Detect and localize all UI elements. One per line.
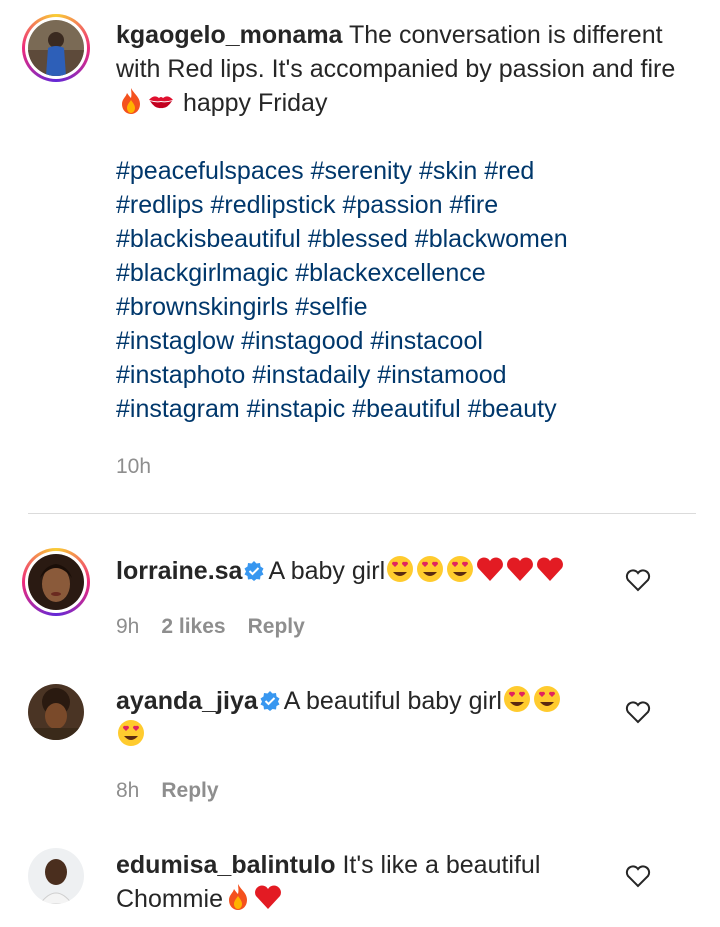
caption-text-end: happy Friday bbox=[176, 89, 328, 117]
comment-text-block: lorraine.sa A baby girl bbox=[116, 554, 606, 588]
post-meta: 10h bbox=[116, 455, 151, 479]
divider bbox=[28, 513, 696, 514]
like-heart-icon[interactable] bbox=[625, 700, 651, 724]
verified-badge-icon bbox=[244, 561, 264, 581]
like-heart-icon[interactable] bbox=[625, 568, 651, 592]
commenter-avatar[interactable] bbox=[28, 684, 84, 740]
comment-username[interactable]: lorraine.sa bbox=[116, 557, 242, 585]
commenter-avatar[interactable] bbox=[22, 548, 90, 616]
post-caption: kgaogelo_monama The conversation is diff… bbox=[116, 18, 676, 426]
comment-likes-count[interactable]: 2 likes bbox=[161, 615, 225, 639]
like-heart-icon[interactable] bbox=[625, 864, 651, 888]
hashtags[interactable]: #peacefulspaces #serenity #skin #red #re… bbox=[116, 154, 676, 426]
red-heart-emoji-icon bbox=[255, 885, 281, 909]
comment-text-block: ayanda_jiya A beautiful baby girl bbox=[116, 684, 606, 752]
heart-eyes-emoji-icon bbox=[447, 556, 474, 582]
comment-meta: 9h 2 likes Reply bbox=[116, 615, 305, 639]
comment-username[interactable]: edumisa_balintulo bbox=[116, 851, 335, 879]
comment-body: A beautiful baby girl bbox=[283, 687, 502, 715]
comment-body: A baby girl bbox=[268, 557, 386, 585]
comment-timestamp: 9h bbox=[116, 615, 140, 638]
comment-meta: 8h Reply bbox=[116, 779, 219, 803]
post-author-avatar[interactable] bbox=[22, 14, 90, 82]
fire-emoji-icon bbox=[228, 884, 247, 910]
commenter-avatar[interactable] bbox=[28, 848, 84, 904]
heart-eyes-emoji-icon bbox=[387, 556, 414, 582]
heart-eyes-emoji-icon bbox=[533, 686, 560, 712]
kiss-mark-emoji-icon bbox=[149, 96, 173, 109]
comment-username[interactable]: ayanda_jiya bbox=[116, 687, 258, 715]
comment-timestamp: 8h bbox=[116, 779, 140, 802]
comment-text-block: edumisa_balintulo It's like a beautiful … bbox=[116, 848, 606, 916]
heart-eyes-emoji-icon bbox=[417, 556, 444, 582]
post-username[interactable]: kgaogelo_monama bbox=[116, 21, 342, 49]
reply-button[interactable]: Reply bbox=[161, 779, 218, 803]
verified-badge-icon bbox=[260, 691, 280, 711]
reply-button[interactable]: Reply bbox=[248, 615, 305, 639]
red-heart-emoji-icon bbox=[477, 557, 504, 581]
red-heart-emoji-icon bbox=[537, 557, 564, 581]
heart-eyes-emoji-icon bbox=[503, 686, 530, 712]
fire-emoji-icon bbox=[122, 88, 140, 114]
heart-eyes-emoji-icon bbox=[118, 720, 144, 746]
post-timestamp: 10h bbox=[116, 455, 152, 478]
red-heart-emoji-icon bbox=[507, 557, 534, 581]
